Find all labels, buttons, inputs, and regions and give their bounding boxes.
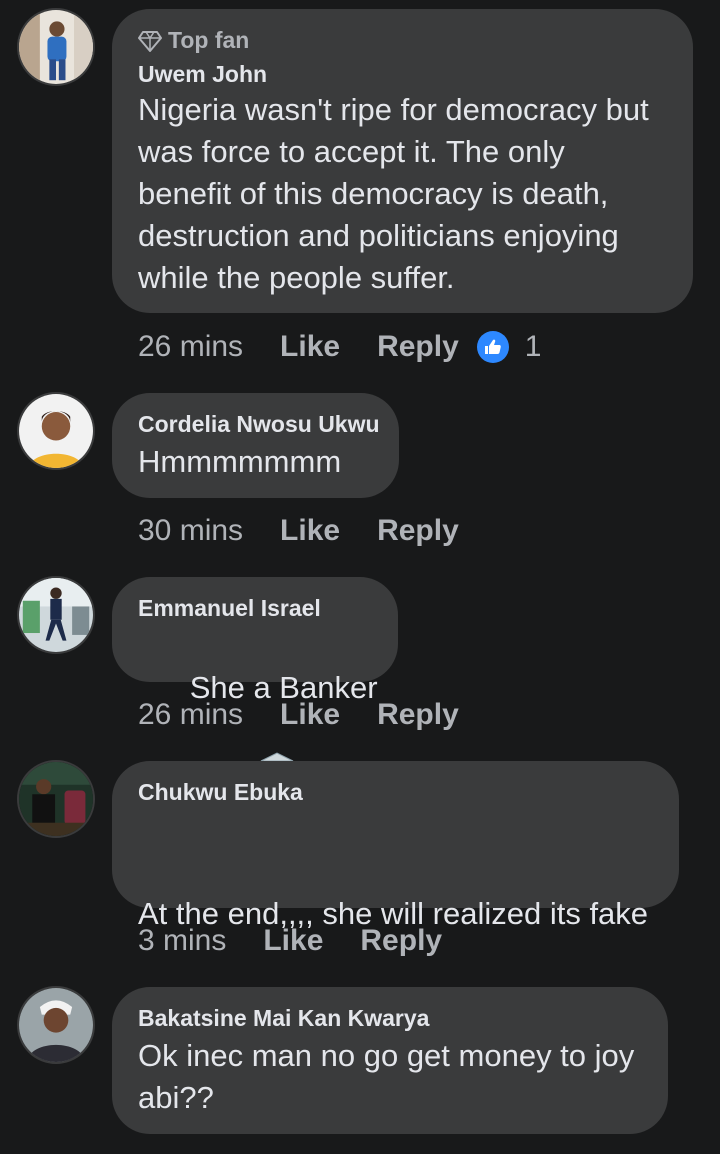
badge-label: Top fan (168, 27, 250, 53)
avatar-photo (19, 988, 93, 1062)
reply-button[interactable]: Reply (377, 514, 459, 548)
avatar[interactable] (17, 392, 95, 470)
avatar-photo (19, 394, 93, 468)
thumbs-up-icon[interactable] (476, 331, 509, 363)
avatar-photo (19, 10, 93, 84)
comment-bubble[interactable]: Emmanuel Israel She a Banker (112, 577, 398, 784)
avatar[interactable] (17, 760, 95, 838)
comment-timestamp[interactable]: 30 mins (138, 514, 243, 548)
comment-timestamp[interactable]: 3 mins (138, 924, 226, 958)
comment-text: Hmmmmmmm (138, 444, 342, 479)
comment-timestamp[interactable]: 26 mins (138, 330, 243, 364)
reaction-count[interactable]: 1 (525, 330, 542, 364)
diamond-icon (138, 30, 162, 52)
avatar-photo (19, 578, 93, 652)
avatar[interactable] (17, 986, 95, 1064)
comment-bubble[interactable]: Chukwu Ebuka At the end,,,, she will rea… (112, 761, 679, 1059)
reply-button[interactable]: Reply (377, 698, 459, 732)
comment-text: Nigeria wasn't ripe for democracy but wa… (138, 92, 649, 295)
comment-actions: 30 mins Like Reply (138, 511, 459, 551)
like-button[interactable]: Like (263, 924, 323, 958)
reply-button[interactable]: Reply (360, 924, 442, 958)
comment-actions: 26 mins Like Reply (138, 695, 459, 735)
comment-author[interactable]: Chukwu Ebuka (138, 779, 303, 806)
comment-author[interactable]: Emmanuel Israel (138, 595, 321, 622)
comment-author[interactable]: Bakatsine Mai Kan Kwarya (138, 1005, 429, 1032)
comment-author[interactable]: Cordelia Nwosu Ukwu (138, 411, 380, 438)
like-button[interactable]: Like (280, 514, 340, 548)
avatar-photo (19, 762, 93, 836)
reply-button[interactable]: Reply (377, 330, 459, 364)
like-button[interactable]: Like (280, 698, 340, 732)
comment-timestamp[interactable]: 26 mins (138, 698, 243, 732)
comment-author[interactable]: Uwem John (138, 61, 267, 88)
top-fan-badge: Top fan (138, 27, 249, 54)
comment-actions: 26 mins Like Reply 1 (138, 327, 541, 367)
comment-bubble[interactable]: Cordelia Nwosu Ukwu Hmmmmmmm (112, 393, 399, 498)
comment-bubble[interactable]: Top fan Uwem John Nigeria wasn't ripe fo… (112, 9, 693, 313)
comment-actions: 3 mins Like Reply (138, 921, 442, 961)
avatar[interactable] (17, 576, 95, 654)
comment-bubble[interactable]: Bakatsine Mai Kan Kwarya Ok inec man no … (112, 987, 668, 1134)
like-button[interactable]: Like (280, 330, 340, 364)
avatar[interactable] (17, 8, 95, 86)
comment-text: Ok inec man no go get money to joy abi?? (138, 1038, 635, 1115)
